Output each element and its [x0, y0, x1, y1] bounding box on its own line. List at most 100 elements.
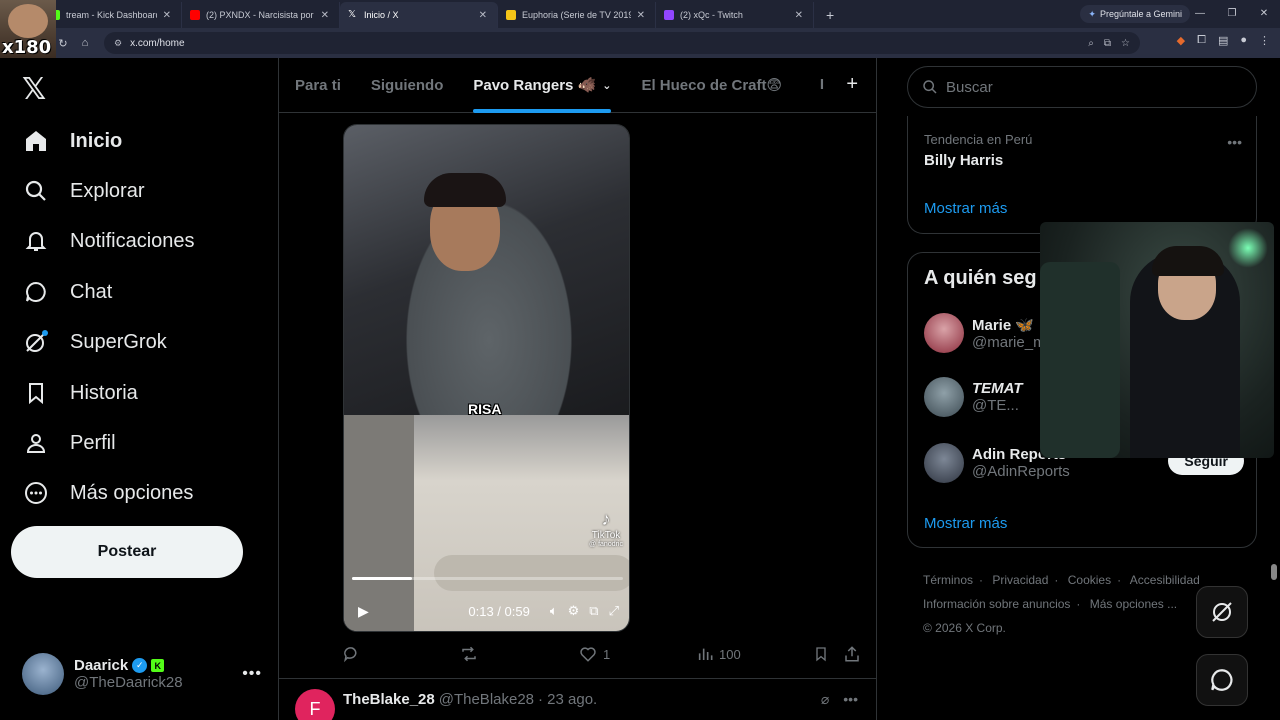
- profile-icon[interactable]: ●: [1240, 34, 1247, 47]
- home-browser-icon[interactable]: ⌂: [74, 37, 96, 49]
- tweet-more-icon[interactable]: •••: [843, 691, 858, 708]
- sidebar-item-inicio[interactable]: Inicio: [22, 119, 122, 163]
- footer-link-privacidad[interactable]: Privacidad: [992, 573, 1048, 587]
- browser-menu-icon[interactable]: ⋮: [1259, 34, 1270, 47]
- window-close-icon[interactable]: ✕: [1248, 0, 1280, 28]
- browser-tab-imdb[interactable]: Euphoria (Serie de TV 2019-202 ✕: [498, 2, 656, 28]
- video-player[interactable]: RISA ♪ TikTok @ fanodric ▶ 0:13 / 0:59 🔈…: [343, 124, 630, 632]
- sidebar-item-supergrok[interactable]: SuperGrok: [22, 320, 167, 364]
- browser-tab-twitch[interactable]: (2) xQc - Twitch ✕: [656, 2, 814, 28]
- close-icon[interactable]: ✕: [163, 10, 171, 21]
- repost-button[interactable]: [459, 645, 479, 663]
- search-placeholder: Buscar: [946, 78, 993, 96]
- avatar[interactable]: F: [295, 689, 335, 720]
- browser-tab-x[interactable]: 𝕏 Inicio / X ✕: [340, 2, 498, 28]
- account-more-icon[interactable]: •••: [242, 665, 262, 683]
- video-progress-fill: [352, 577, 412, 580]
- trends-show-more-link[interactable]: Mostrar más: [924, 200, 1007, 217]
- imdb-favicon-icon: [506, 10, 516, 20]
- post-button[interactable]: Postear: [11, 526, 243, 578]
- sidebar-item-explorar[interactable]: Explorar: [22, 169, 144, 213]
- tweet-header-icons: ⌀ •••: [821, 691, 858, 708]
- tab-para-ti[interactable]: Para ti: [295, 58, 341, 113]
- tiktok-label: TikTok: [591, 530, 621, 541]
- tab-siguiendo[interactable]: Siguiendo: [371, 58, 444, 113]
- sidebar-item-mas-opciones[interactable]: Más opciones: [22, 471, 193, 515]
- video-progress-bar[interactable]: [352, 577, 623, 580]
- like-button[interactable]: 1: [579, 645, 610, 663]
- install-icon[interactable]: ⧉: [1104, 38, 1111, 49]
- account-handle: @TheDaarick28: [74, 674, 183, 691]
- tiktok-watermark: ♪ TikTok @ fanodric: [589, 509, 623, 548]
- fullscreen-icon[interactable]: ⤢: [609, 603, 619, 619]
- new-tab-button[interactable]: +: [826, 2, 834, 28]
- footer-link-terminos[interactable]: Términos: [923, 573, 973, 587]
- chat-icon: [1211, 669, 1233, 691]
- webcam-overlay: [1040, 222, 1274, 458]
- bell-icon: [22, 227, 50, 255]
- grok-icon[interactable]: ⌀: [821, 691, 829, 708]
- trend-name[interactable]: Billy Harris: [924, 152, 1003, 169]
- footer-link-anuncios[interactable]: Información sobre anuncios: [923, 597, 1070, 611]
- footer-separator: ·: [1076, 597, 1081, 611]
- play-icon[interactable]: ▶: [358, 603, 369, 620]
- volume-icon[interactable]: 🔈︎: [550, 603, 558, 619]
- sidebar-item-chat[interactable]: Chat: [22, 270, 112, 314]
- x-logo-icon[interactable]: 𝕏: [22, 72, 46, 107]
- maximize-icon[interactable]: ❐: [1216, 0, 1248, 28]
- sidepanel-icon[interactable]: ▤: [1218, 34, 1228, 47]
- footer-link-mas-opciones[interactable]: Más opciones ...: [1090, 597, 1177, 611]
- close-icon[interactable]: ✕: [795, 10, 803, 21]
- tweet-date[interactable]: · 23 ago.: [538, 691, 597, 708]
- browser-tab-youtube[interactable]: (2) PXNDX - Narcisista por Exce ✕: [182, 2, 340, 28]
- bookmark-button[interactable]: [813, 645, 829, 663]
- tab-overflow[interactable]: I: [820, 76, 824, 93]
- tweet-author-name[interactable]: TheBlake_28: [343, 691, 435, 708]
- sidebar-item-notificaciones[interactable]: Notificaciones: [22, 219, 195, 263]
- search-input[interactable]: Buscar: [907, 66, 1257, 108]
- star-icon[interactable]: ☆: [1121, 38, 1130, 49]
- tab-el-hueco-de-craft[interactable]: El Hueco de Craft😨: [641, 58, 782, 113]
- who-to-follow-show-more-link[interactable]: Mostrar más: [924, 515, 1007, 532]
- page-scrollbar[interactable]: [1271, 62, 1277, 720]
- tweet-item[interactable]: F TheBlake_28 @TheBlake28 · 23 ago. ⌀ ••…: [279, 678, 876, 720]
- avatar: [924, 313, 964, 353]
- close-icon[interactable]: ✕: [321, 10, 329, 21]
- minimize-icon[interactable]: —: [1184, 0, 1216, 28]
- share-button[interactable]: [843, 645, 861, 663]
- trend-more-icon[interactable]: •••: [1227, 134, 1242, 150]
- gemini-button[interactable]: ✦ Pregúntale a Gemini: [1080, 5, 1190, 23]
- scrollbar-thumb[interactable]: [1271, 564, 1277, 580]
- more-circle-icon: [22, 479, 50, 507]
- tab-pavo-rangers[interactable]: Pavo Rangers 🐗 ⌄: [473, 58, 612, 113]
- close-icon[interactable]: ✕: [479, 10, 487, 21]
- footer-copyright: © 2026 X Corp.: [923, 621, 1006, 635]
- zoom-icon[interactable]: ⌕: [1088, 38, 1094, 49]
- views-icon: [698, 648, 713, 660]
- puzzle-icon[interactable]: ⧠: [1197, 34, 1206, 47]
- grok-floating-button[interactable]: [1196, 586, 1248, 638]
- tiktok-user: @ fanodric: [589, 541, 623, 548]
- messages-floating-button[interactable]: [1196, 654, 1248, 706]
- url-bar[interactable]: ⚙ x.com/home ⌕ ⧉ ☆: [104, 32, 1140, 54]
- footer-link-cookies[interactable]: Cookies: [1068, 573, 1111, 587]
- twitch-favicon-icon: [664, 10, 674, 20]
- footer-link-accesibilidad[interactable]: Accesibilidad: [1130, 573, 1200, 587]
- webcam-chair: [1040, 262, 1120, 458]
- account-switcher[interactable]: Daarick ✓ K @TheDaarick28 •••: [22, 652, 262, 696]
- pip-icon[interactable]: ⧉: [589, 603, 598, 619]
- add-tab-icon[interactable]: +: [846, 73, 858, 96]
- settings-gear-icon[interactable]: ⚙: [568, 603, 580, 619]
- sidebar-item-perfil[interactable]: Perfil: [22, 421, 116, 465]
- chevron-down-icon[interactable]: ⌄: [602, 79, 611, 92]
- stream-overlay-logo: x180: [0, 0, 56, 58]
- views-button[interactable]: 100: [697, 646, 741, 662]
- close-icon[interactable]: ✕: [637, 10, 645, 21]
- reply-button[interactable]: [343, 645, 361, 663]
- sidebar-item-historia[interactable]: Historia: [22, 371, 138, 415]
- views-count: 100: [719, 646, 741, 662]
- extension-icon[interactable]: ◆: [1177, 34, 1185, 47]
- address-toolbar: ↻ ⌂ ⚙ x.com/home ⌕ ⧉ ☆ ◆ ⧠ ▤ ● ⋮: [0, 28, 1280, 58]
- site-info-icon[interactable]: ⚙: [114, 38, 122, 49]
- who-to-follow-title: A quién seg: [924, 267, 1037, 289]
